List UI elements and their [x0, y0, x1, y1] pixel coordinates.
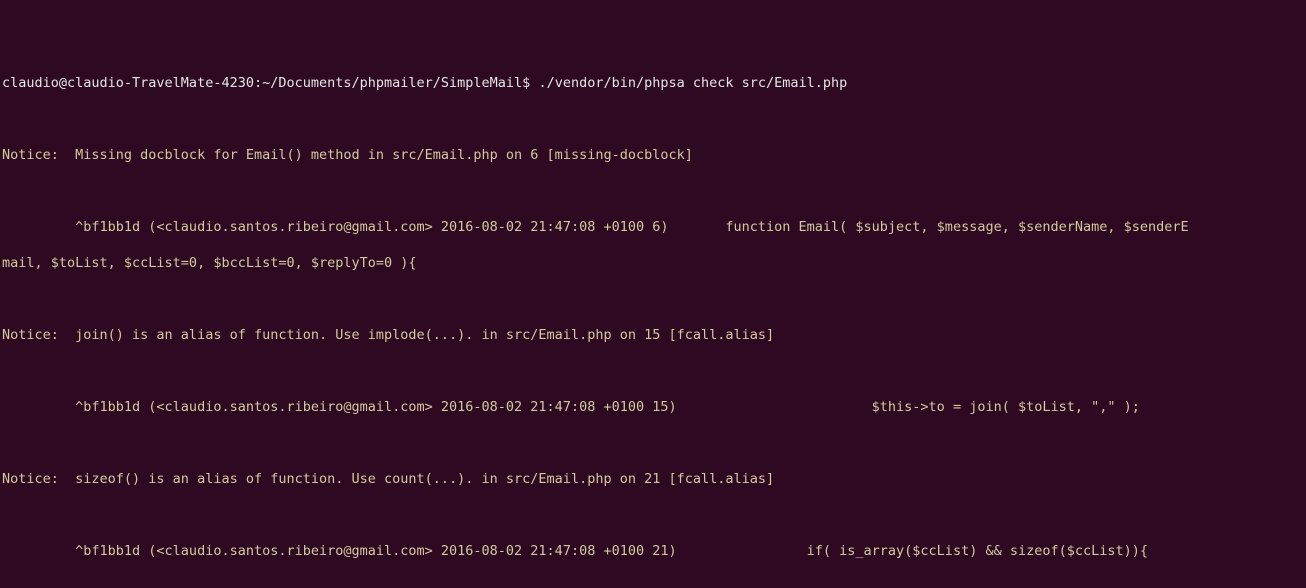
blame-line: mail, $toList, $ccList=0, $bccList=0, $r…	[2, 254, 1304, 272]
blame-line: ^bf1bb1d (<claudio.santos.ribeiro@gmail.…	[2, 218, 1304, 236]
blank-line	[2, 362, 1304, 380]
notice-line: Notice: join() is an alias of function. …	[2, 326, 1304, 344]
blame-line: ^bf1bb1d (<claudio.santos.ribeiro@gmail.…	[2, 542, 1304, 560]
shell-prompt: claudio@claudio-TravelMate-4230:~/Docume…	[2, 75, 538, 91]
blank-line	[2, 434, 1304, 452]
notice-line: Notice: Missing docblock for Email() met…	[2, 146, 1304, 164]
blame-line: ^bf1bb1d (<claudio.santos.ribeiro@gmail.…	[2, 398, 1304, 416]
mouse-pointer-icon	[1087, 558, 1101, 578]
notice-line: Notice: sizeof() is an alias of function…	[2, 470, 1304, 488]
blank-line	[2, 578, 1304, 588]
shell-command: ./vendor/bin/phpsa check src/Email.php	[538, 75, 847, 91]
blank-line	[2, 182, 1304, 200]
terminal-prompt-line[interactable]: claudio@claudio-TravelMate-4230:~/Docume…	[2, 74, 1304, 92]
blank-line	[2, 290, 1304, 308]
blank-line	[2, 506, 1304, 524]
blank-line	[2, 110, 1304, 128]
